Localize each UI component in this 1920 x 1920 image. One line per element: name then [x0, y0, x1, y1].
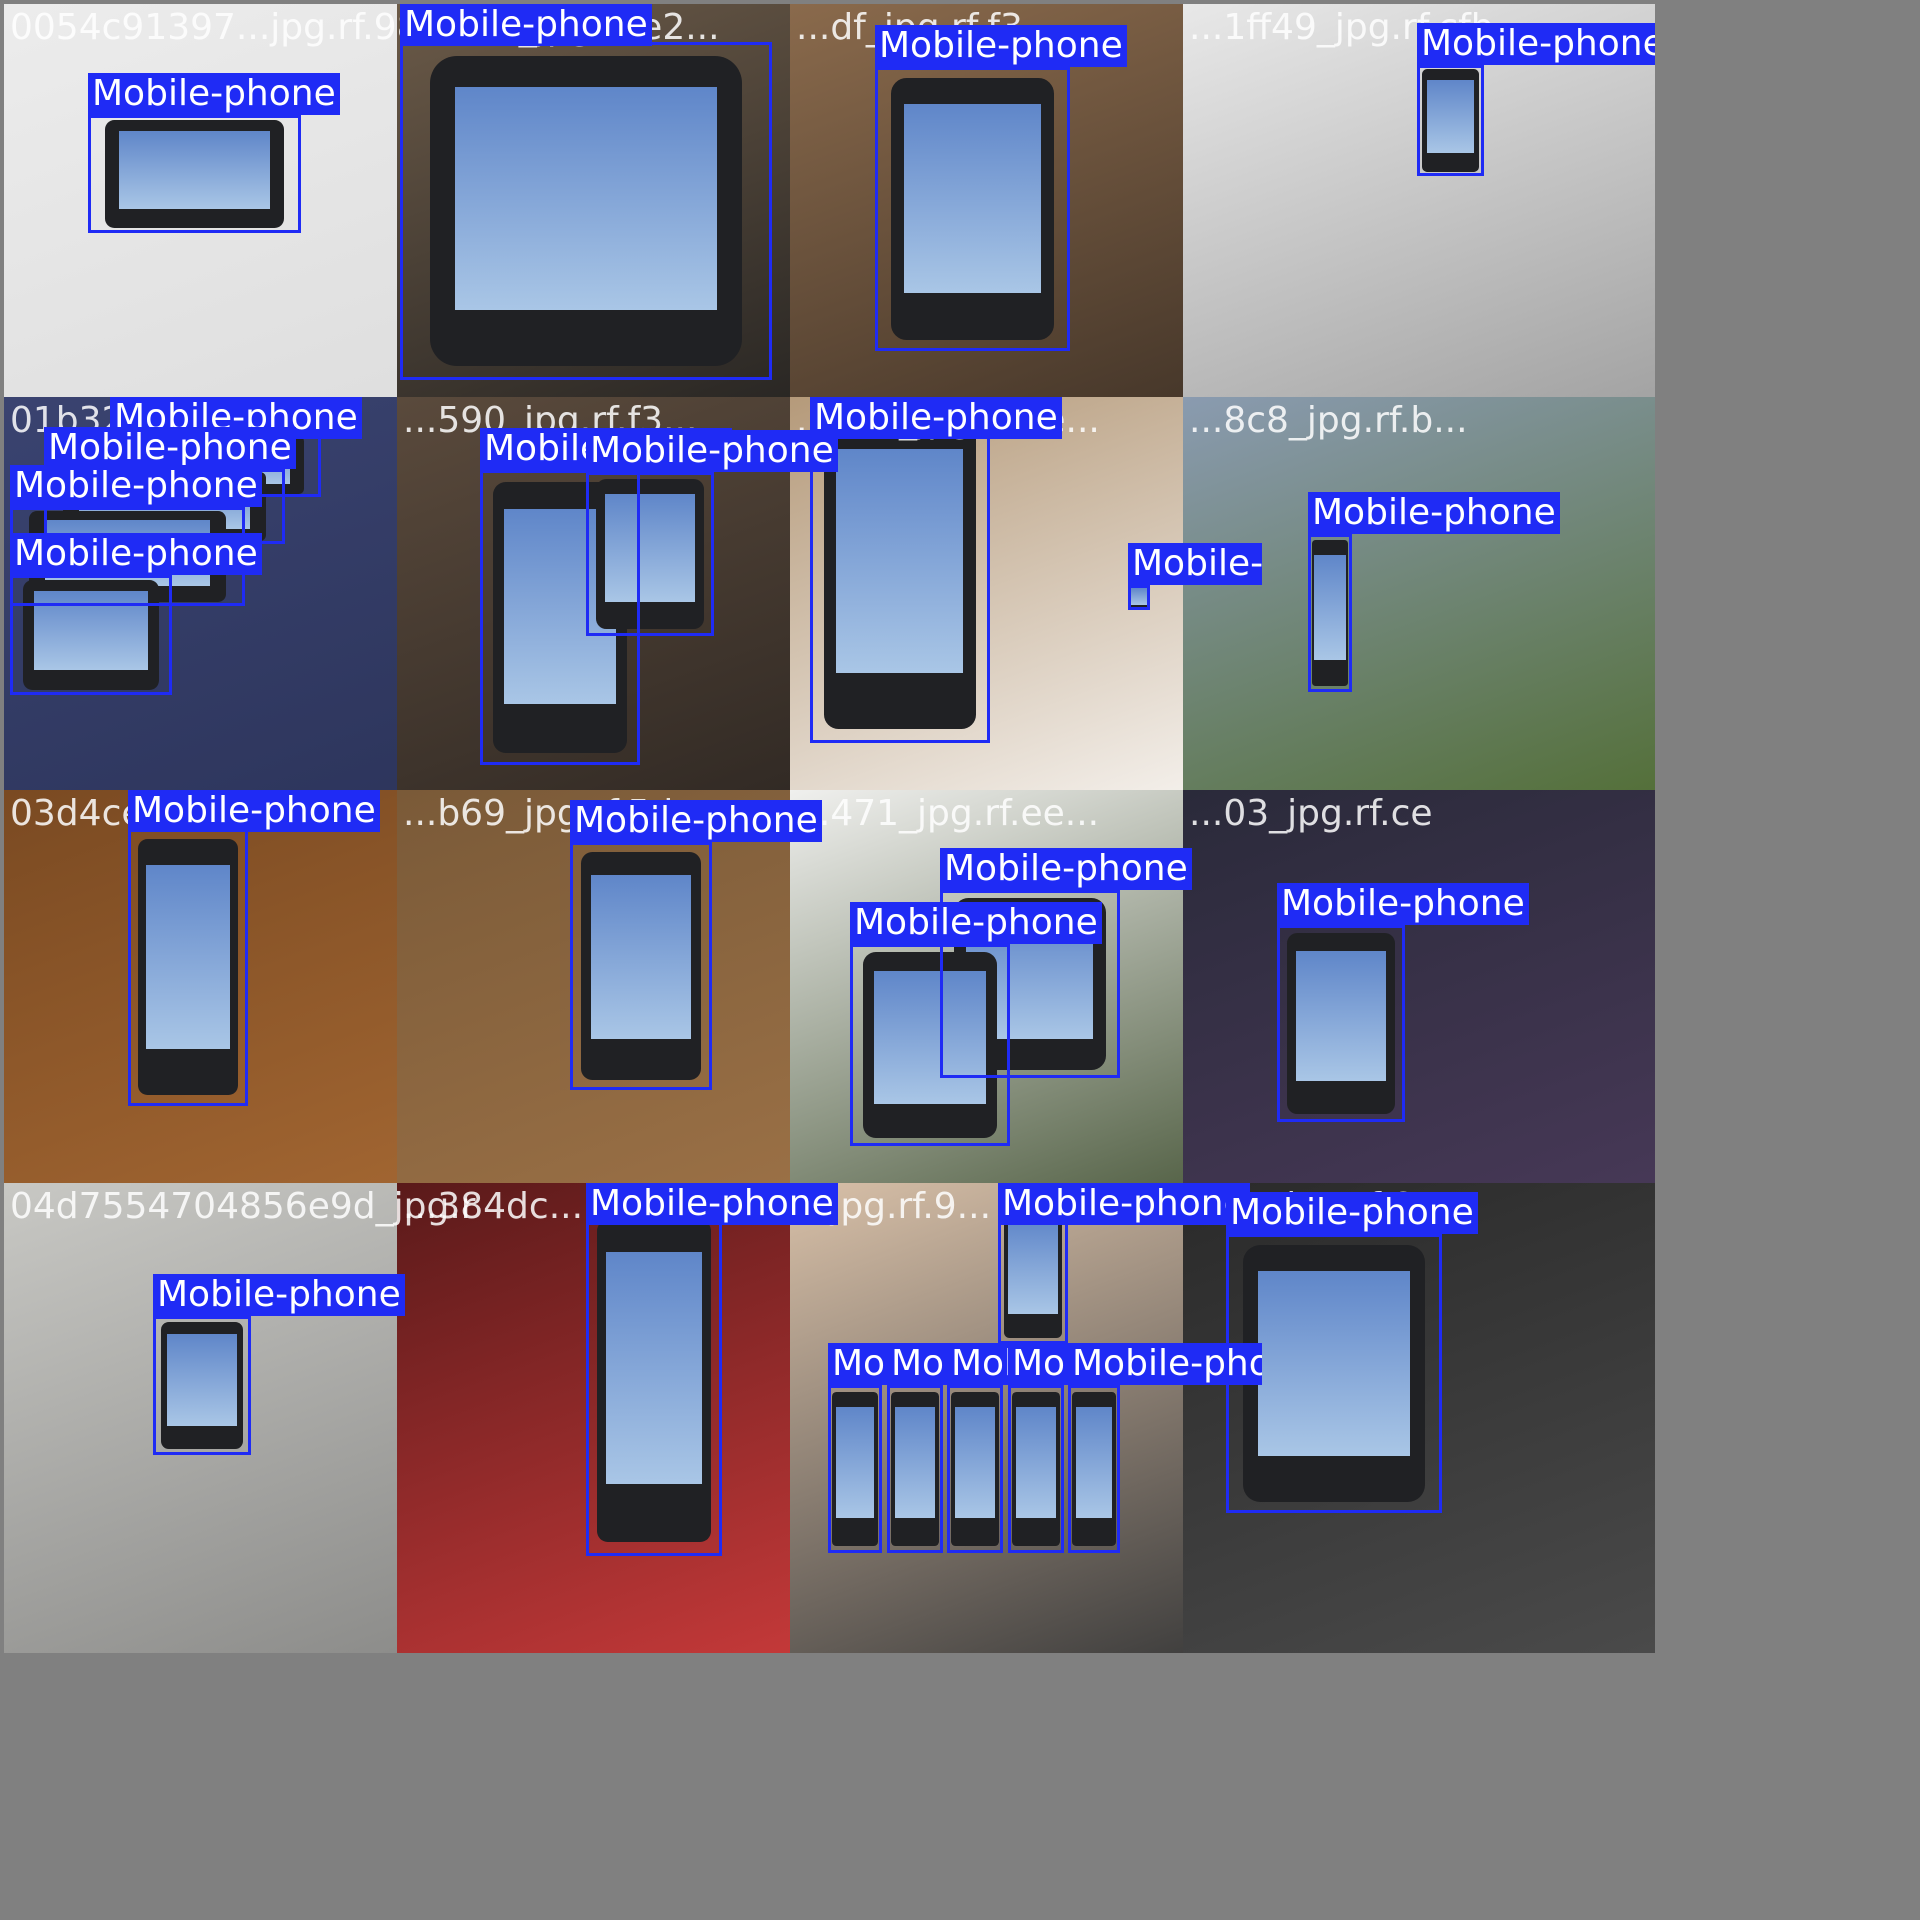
tile-filename: ...471_jpg.rf.ee...: [796, 793, 1100, 834]
detection-label: Mobile-phone: [400, 4, 652, 46]
detection-label: Mobile-phone: [44, 427, 296, 469]
detection-label: Mobile-phone: [810, 397, 1062, 439]
detection-label: Mobile-phone: [570, 800, 822, 842]
bounding-box: [1417, 65, 1484, 176]
detection-label: Mobile-phone: [1277, 883, 1529, 925]
bounding-box: [586, 472, 714, 636]
detection-label: Mobile-phone: [586, 430, 838, 472]
bounding-box: [586, 1206, 722, 1556]
detection-label: Mobile-phone: [998, 1183, 1250, 1225]
bounding-box: [947, 1385, 1003, 1553]
bounding-box: [1308, 534, 1352, 692]
bounding-box: [850, 944, 1010, 1146]
bounding-box: [1008, 1385, 1064, 1553]
bounding-box: [570, 842, 712, 1090]
detection-label: Mobile-phone: [153, 1274, 405, 1316]
tile-filename: ...03_jpg.rf.ce: [1189, 793, 1433, 834]
detection-label: Mobile-phone: [10, 465, 262, 507]
detection-mosaic: 0054c91397...jpg.rf.984Mobile-phone...66…: [0, 0, 1920, 1920]
bounding-box: [875, 67, 1070, 351]
detection-label: Mobile-phone: [1417, 23, 1655, 65]
bounding-box: [1277, 925, 1405, 1122]
bounding-box: [153, 1316, 251, 1455]
detection-label: Mobile-phone: [850, 902, 1102, 944]
detection-label: Mobile-phone: [1128, 543, 1262, 585]
bounding-box: [1128, 585, 1150, 610]
detection-label: Mobile-phone: [940, 848, 1192, 890]
tile-filename: ...8c8_jpg.rf.b...: [1189, 400, 1468, 441]
image-tile: ...a5_jpg.rf.6Mobile-phone: [1183, 1183, 1655, 1653]
bounding-box: [887, 1385, 943, 1553]
tile-filename: 0054c91397...jpg.rf.984: [10, 7, 443, 48]
bounding-box: [1068, 1385, 1120, 1553]
detection-label: Mobile-phone: [875, 25, 1127, 67]
bounding-box: [10, 575, 172, 695]
detection-label: Mobile-phone: [128, 790, 380, 832]
detection-label: Mobile-phone: [586, 1183, 838, 1225]
detection-label: Mobile-phone: [1068, 1343, 1262, 1385]
bounding-box: [88, 115, 301, 233]
bounding-box: [828, 1385, 882, 1553]
bounding-box: [128, 828, 248, 1106]
bounding-box: [400, 42, 772, 380]
detection-label: Mobile-phone: [1308, 492, 1560, 534]
detection-label: Mobile-phone: [88, 73, 340, 115]
detection-label: Mobile-phone: [10, 533, 262, 575]
detection-label: Mobile-phone: [1226, 1192, 1478, 1234]
tile-filename: ...384dc...: [403, 1186, 584, 1227]
